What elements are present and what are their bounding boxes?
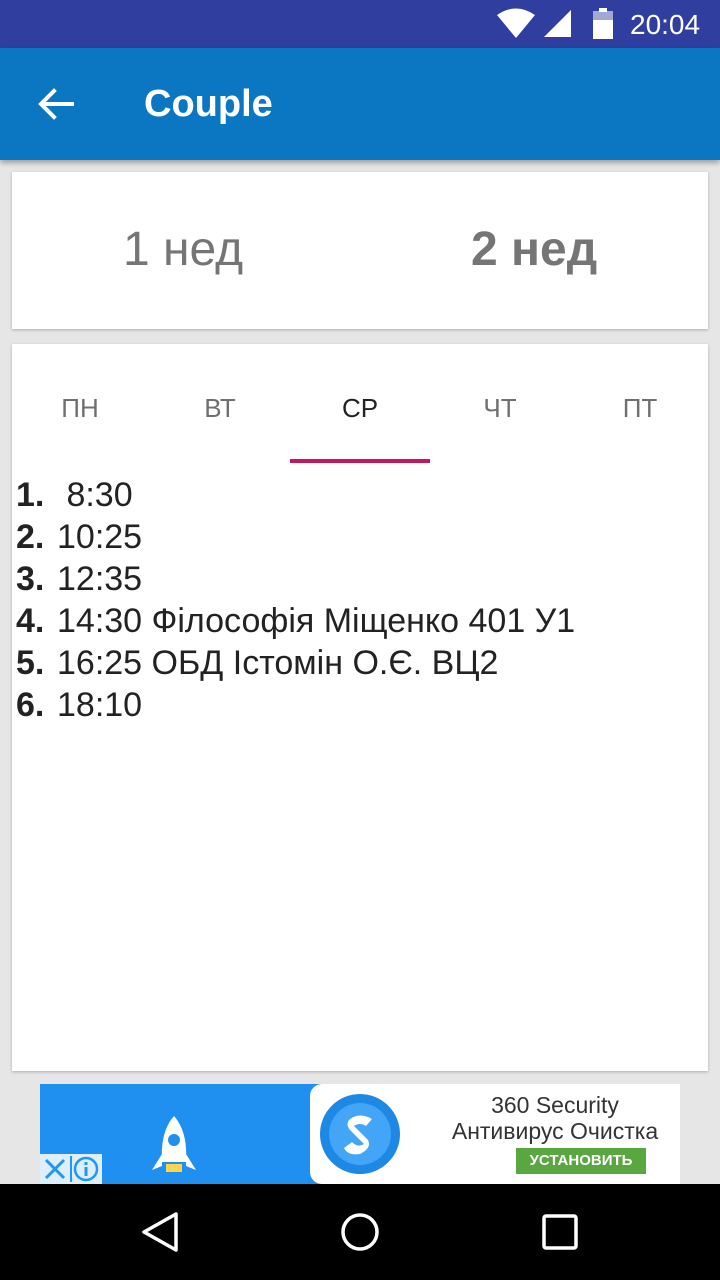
ad-choices-icon[interactable] [40, 1154, 102, 1184]
lesson-number: 5. [16, 644, 45, 682]
nav-home-icon[interactable] [338, 1210, 382, 1254]
lesson-number: 4. [16, 602, 45, 640]
shield-icon [320, 1094, 400, 1174]
ad-subtitle: Антивирус Очистка [451, 1118, 659, 1144]
lesson-text: 12:35 [57, 560, 143, 598]
lesson-text: 14:30 Філософія Міщенко 401 У1 [57, 602, 576, 640]
list-item: 1. 8:30 [16, 474, 575, 516]
status-time: 20:04 [630, 9, 701, 40]
list-item: 6. 18:10 [16, 684, 575, 726]
schedule-card: ПН ВТ СР ЧТ ПТ 1. 8:30 2. 10:25 3. 12:35 4… [12, 344, 708, 1071]
page-title: Couple [144, 83, 273, 125]
app-bar: Couple [0, 48, 720, 160]
list-item: 3. 12:35 [16, 558, 575, 600]
app-icon [310, 1084, 410, 1184]
lesson-text: 16:25 ОБД Істомін О.Є. ВЦ2 [57, 644, 499, 682]
ad-title: 360 Security [491, 1092, 619, 1118]
lesson-number: 6. [16, 686, 45, 724]
ad-banner[interactable]: 360 Security Антивирус Очистка УСТАНОВИТ… [40, 1084, 680, 1184]
navigation-bar [0, 1184, 720, 1280]
wifi-icon [497, 8, 535, 38]
lesson-list: 1. 8:30 2. 10:25 3. 12:35 4. 14:30 Філософі… [16, 474, 575, 726]
list-item: 4. 14:30 Філософія Міщенко 401 У1 [16, 600, 575, 642]
status-bar: 20:04 [0, 0, 720, 48]
rocket-icon [152, 1116, 196, 1172]
lesson-number: 2. [16, 518, 45, 556]
arrow-back-icon[interactable] [36, 84, 76, 124]
tab-thursday[interactable]: ЧТ [430, 344, 570, 464]
lesson-text: 8:30 [57, 476, 133, 514]
tab-tuesday[interactable]: ВТ [150, 344, 290, 464]
list-item: 2. 10:25 [16, 516, 575, 558]
week-selector-card: 1 нед 2 нед [12, 172, 708, 329]
tab-indicator [290, 459, 430, 463]
list-item: 5. 16:25 ОБД Істомін О.Є. ВЦ2 [16, 642, 575, 684]
install-button[interactable]: УСТАНОВИТЬ [516, 1148, 646, 1174]
tab-monday[interactable]: ПН [10, 344, 150, 464]
week-1-button[interactable]: 1 нед [123, 220, 243, 280]
week-2-button[interactable]: 2 нед [471, 220, 597, 280]
tab-friday[interactable]: ПТ [570, 344, 710, 464]
lesson-text: 18:10 [57, 686, 143, 724]
signal-icon [544, 10, 571, 37]
tab-wednesday[interactable]: СР [290, 344, 430, 464]
lesson-number: 3. [16, 560, 45, 598]
battery-icon [593, 8, 613, 39]
day-tabs: ПН ВТ СР ЧТ ПТ [12, 344, 708, 464]
lesson-number: 1. [16, 476, 45, 514]
lesson-text: 10:25 [57, 518, 143, 556]
nav-back-icon[interactable] [138, 1210, 182, 1254]
nav-recent-apps-icon[interactable] [538, 1210, 582, 1254]
